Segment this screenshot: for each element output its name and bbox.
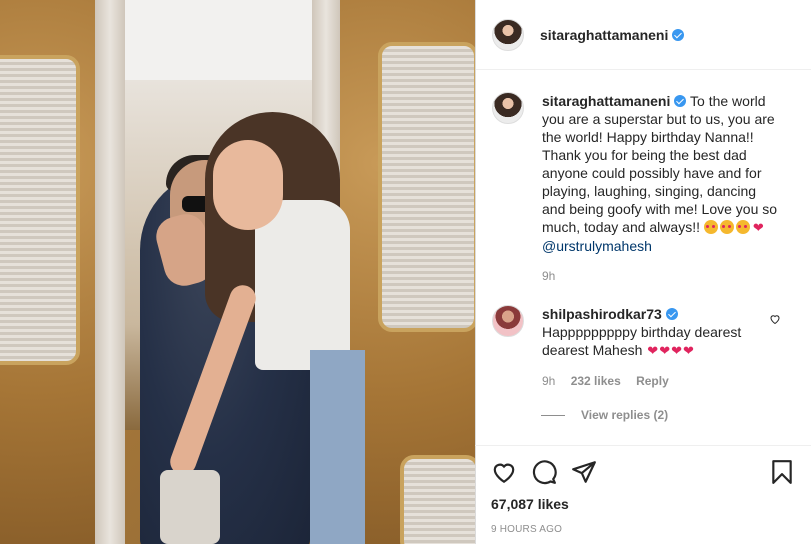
verified-badge-icon bbox=[665, 308, 678, 320]
comment-item: shilpashirodkar73 Happpppppppy birthday … bbox=[476, 305, 811, 390]
action-icons bbox=[491, 458, 795, 486]
window-shutter-left bbox=[0, 55, 80, 365]
comment-avatar[interactable] bbox=[492, 305, 524, 337]
comment-text: Happpppppppy birthday dearest dearest Ma… bbox=[542, 324, 742, 358]
post-header: sitaraghattamaneni bbox=[476, 0, 811, 70]
caption-username[interactable]: sitaraghattamaneni bbox=[542, 93, 670, 109]
comment-meta: 9h 232 likes Reply bbox=[542, 372, 782, 390]
girl-face bbox=[213, 140, 283, 230]
avatar[interactable] bbox=[492, 18, 524, 51]
red-heart-emoji-icon: ❤ bbox=[752, 220, 764, 235]
view-replies-button[interactable]: View replies (2) bbox=[541, 408, 668, 422]
window-shutter-right bbox=[378, 42, 475, 332]
door-frame-left bbox=[95, 0, 125, 544]
verified-badge-icon bbox=[672, 28, 685, 41]
comment-like-heart-icon[interactable] bbox=[769, 313, 781, 325]
red-heart-emoji-icon: ❤ bbox=[659, 343, 671, 358]
replies-divider-line bbox=[541, 414, 565, 416]
post-photo[interactable] bbox=[0, 0, 475, 544]
heart-icon[interactable] bbox=[491, 459, 517, 485]
caption-time[interactable]: 9h bbox=[542, 269, 555, 283]
post-username[interactable]: sitaraghattamaneni bbox=[540, 27, 685, 43]
post-username-text[interactable]: sitaraghattamaneni bbox=[540, 27, 668, 43]
post-actions: 67,087 likes 9 HOURS AGO bbox=[475, 445, 811, 535]
post-timestamp[interactable]: 9 HOURS AGO bbox=[491, 524, 795, 535]
red-heart-emoji-icon: ❤ bbox=[647, 343, 659, 358]
caption-meta: 9h bbox=[542, 267, 782, 285]
caption-text: To the world you are a superstar but to … bbox=[542, 93, 778, 235]
window-shutter-bottom-right bbox=[400, 455, 475, 544]
girl-legs bbox=[310, 350, 365, 544]
girl-body bbox=[255, 200, 350, 370]
caption: sitaraghattamaneni To the world you are … bbox=[476, 92, 811, 285]
comment-icon[interactable] bbox=[531, 459, 557, 485]
seat-armrest bbox=[160, 470, 220, 544]
smiling-hearts-emoji-icon bbox=[719, 220, 734, 234]
likes-count[interactable]: 67,087 likes bbox=[491, 496, 795, 512]
red-heart-emoji-icon: ❤ bbox=[671, 343, 683, 358]
comment-text-block: shilpashirodkar73 Happpppppppy birthday … bbox=[542, 305, 782, 390]
comment-time[interactable]: 9h bbox=[542, 374, 555, 388]
mention-link[interactable]: @urstrulymahesh bbox=[542, 238, 652, 254]
comment-likes[interactable]: 232 likes bbox=[571, 374, 621, 388]
share-icon[interactable] bbox=[571, 459, 597, 485]
smiling-hearts-emoji-icon bbox=[703, 220, 718, 234]
verified-badge-icon bbox=[674, 95, 687, 107]
view-replies-label[interactable]: View replies (2) bbox=[581, 408, 668, 422]
smiling-hearts-emoji-icon bbox=[735, 220, 750, 234]
caption-text-block: sitaraghattamaneni To the world you are … bbox=[542, 92, 782, 285]
bookmark-icon[interactable] bbox=[769, 459, 795, 485]
red-heart-emoji-icon: ❤ bbox=[683, 343, 694, 358]
reply-button[interactable]: Reply bbox=[636, 374, 669, 388]
comment-username[interactable]: shilpashirodkar73 bbox=[542, 306, 662, 322]
caption-avatar[interactable] bbox=[492, 92, 524, 124]
